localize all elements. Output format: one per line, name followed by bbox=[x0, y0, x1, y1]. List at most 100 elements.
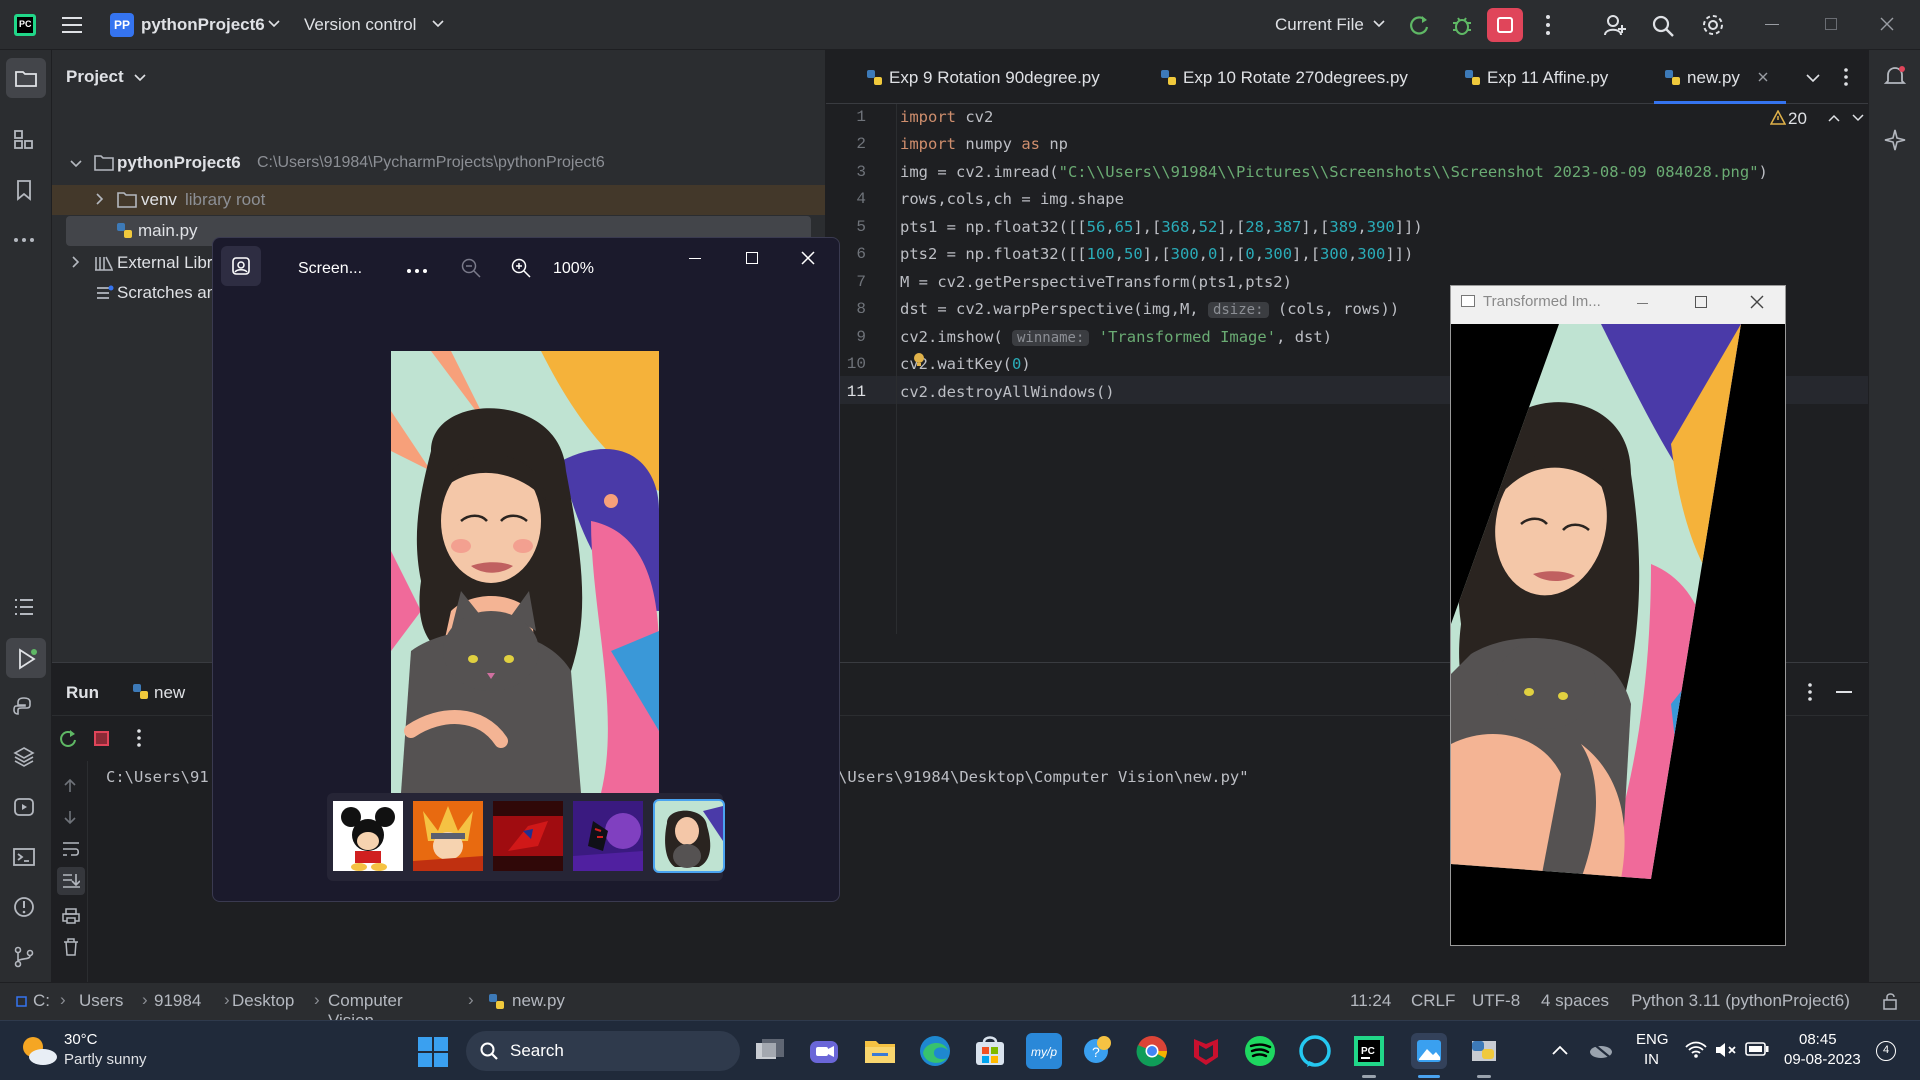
bookmarks-icon[interactable] bbox=[12, 178, 40, 206]
alexa-icon[interactable] bbox=[1297, 1033, 1333, 1069]
microsoft-store-icon[interactable] bbox=[972, 1033, 1008, 1069]
minimize-icon[interactable] bbox=[1637, 303, 1648, 304]
maximize-icon[interactable] bbox=[746, 252, 758, 264]
breadcrumb-item[interactable]: new.py bbox=[512, 991, 565, 1011]
chevron-down-icon[interactable] bbox=[1852, 114, 1864, 122]
filmstrip-thumbnail[interactable] bbox=[413, 801, 483, 871]
task-view-icon[interactable] bbox=[752, 1033, 788, 1069]
language-indicator-bottom[interactable]: IN bbox=[1644, 1051, 1659, 1068]
ai-assistant-icon[interactable] bbox=[1883, 128, 1907, 152]
photos-more-icon[interactable] bbox=[406, 268, 428, 274]
chrome-browser-icon[interactable] bbox=[1134, 1033, 1170, 1069]
breadcrumb-item[interactable]: 91984 bbox=[154, 991, 201, 1011]
maximize-icon[interactable] bbox=[1695, 296, 1707, 308]
project-panel-header[interactable]: Project bbox=[66, 67, 124, 87]
tree-row-venv[interactable]: venv library root bbox=[52, 185, 825, 215]
onedrive-offline-icon[interactable] bbox=[1588, 1039, 1614, 1061]
battery-icon[interactable] bbox=[1745, 1042, 1769, 1056]
python-packages-icon[interactable] bbox=[12, 745, 40, 773]
start-button-windows-icon[interactable] bbox=[418, 1037, 448, 1067]
mcafee-icon[interactable] bbox=[1188, 1033, 1224, 1069]
run-tool-button[interactable] bbox=[6, 638, 46, 678]
filmstrip-thumbnail[interactable] bbox=[573, 801, 643, 871]
breadcrumb-item[interactable]: Users bbox=[79, 991, 123, 1011]
edge-browser-icon[interactable] bbox=[917, 1033, 953, 1069]
tab-more-icon[interactable] bbox=[1843, 68, 1849, 86]
close-icon[interactable] bbox=[1750, 295, 1764, 309]
lock-icon[interactable] bbox=[1882, 992, 1898, 1010]
scroll-to-end-icon[interactable] bbox=[57, 867, 85, 895]
tab-list-chevron-icon[interactable] bbox=[1806, 74, 1820, 82]
breadcrumb-item[interactable]: Desktop bbox=[232, 991, 294, 1011]
close-icon[interactable] bbox=[801, 251, 815, 265]
tab-exp11[interactable]: Exp 11 Affine.py bbox=[1464, 50, 1624, 104]
breadcrumb-item[interactable]: C: bbox=[33, 991, 50, 1011]
code-with-me-icon[interactable] bbox=[1603, 13, 1627, 37]
minimize-icon[interactable] bbox=[1765, 24, 1779, 25]
run-more-icon[interactable] bbox=[136, 729, 142, 747]
debug-icon[interactable] bbox=[1450, 13, 1474, 37]
version-control-menu[interactable]: Version control bbox=[304, 15, 416, 35]
problems-icon[interactable] bbox=[12, 895, 40, 923]
todo-list-icon[interactable] bbox=[12, 595, 40, 623]
pycharm-logo-icon[interactable]: PC bbox=[14, 14, 36, 36]
terminal-icon[interactable] bbox=[12, 845, 40, 873]
clear-output-icon[interactable] bbox=[63, 938, 79, 956]
photos-viewer-window[interactable]: Screen... 100% bbox=[212, 237, 840, 902]
teams-chat-icon[interactable] bbox=[806, 1033, 842, 1069]
run-panel-more-icon[interactable] bbox=[1807, 683, 1813, 701]
settings-gear-icon[interactable] bbox=[1701, 13, 1725, 37]
minimize-icon[interactable] bbox=[689, 258, 701, 259]
intention-bulb-icon[interactable] bbox=[912, 352, 926, 368]
photos-app-icon[interactable] bbox=[1411, 1033, 1447, 1069]
services-icon[interactable] bbox=[12, 795, 40, 823]
rerun-icon[interactable] bbox=[1407, 13, 1431, 37]
search-icon[interactable] bbox=[1651, 14, 1675, 38]
file-explorer-icon[interactable] bbox=[862, 1033, 898, 1069]
close-icon[interactable] bbox=[1879, 16, 1895, 32]
more-tools-icon[interactable] bbox=[12, 228, 40, 256]
taskbar-search-box[interactable]: Search bbox=[466, 1031, 740, 1071]
python-opencv-window-icon[interactable] bbox=[1466, 1033, 1502, 1069]
tab-new-py[interactable]: new.py bbox=[1654, 50, 1786, 104]
zoom-out-icon[interactable] bbox=[461, 258, 481, 278]
print-icon[interactable] bbox=[62, 908, 80, 924]
tab-exp9[interactable]: Exp 9 Rotation 90degree.py bbox=[866, 50, 1106, 104]
more-actions-icon[interactable] bbox=[1545, 14, 1551, 36]
hide-panel-icon[interactable] bbox=[1836, 691, 1852, 693]
stop-icon[interactable] bbox=[94, 731, 109, 746]
run-configuration-selector[interactable]: Current File bbox=[1275, 15, 1364, 35]
tree-row-root[interactable]: pythonProject6 C:\Users\91984\PycharmPro… bbox=[52, 148, 825, 178]
filmstrip-thumbnail[interactable] bbox=[333, 801, 403, 871]
spotify-icon[interactable] bbox=[1242, 1033, 1278, 1069]
filmstrip-thumbnail-selected[interactable] bbox=[653, 799, 725, 873]
weather-widget[interactable]: 30°C Partly sunny bbox=[18, 1029, 168, 1073]
scroll-up-icon[interactable] bbox=[62, 778, 78, 794]
zoom-in-icon[interactable] bbox=[511, 258, 531, 278]
mylio-app-icon[interactable]: my/p bbox=[1026, 1033, 1062, 1069]
wifi-icon[interactable] bbox=[1684, 1041, 1708, 1059]
caret-position[interactable]: 11:24 bbox=[1350, 991, 1391, 1011]
git-icon[interactable] bbox=[12, 945, 40, 973]
python-console-icon[interactable] bbox=[12, 695, 40, 723]
main-menu-icon[interactable] bbox=[62, 15, 84, 35]
soft-wrap-icon[interactable] bbox=[62, 841, 80, 857]
clock-date[interactable]: 09-08-2023 bbox=[1784, 1051, 1861, 1068]
opencv-transformed-image-window[interactable]: Transformed Im... bbox=[1450, 285, 1786, 946]
project-switcher[interactable]: pythonProject6 bbox=[141, 15, 265, 35]
tab-exp10[interactable]: Exp 10 Rotate 270degrees.py bbox=[1160, 50, 1420, 104]
show-hidden-icons-chevron[interactable] bbox=[1552, 1045, 1568, 1055]
structure-icon[interactable] bbox=[12, 128, 40, 156]
photos-gallery-button[interactable] bbox=[221, 246, 261, 286]
pycharm-taskbar-icon[interactable]: PC bbox=[1351, 1033, 1387, 1069]
indent-setting[interactable]: 4 spaces bbox=[1541, 991, 1609, 1011]
stop-button[interactable] bbox=[1487, 8, 1523, 42]
tips-app-icon[interactable]: ? bbox=[1080, 1033, 1116, 1069]
filmstrip-thumbnail[interactable] bbox=[493, 801, 563, 871]
project-tool-button[interactable] bbox=[6, 58, 46, 98]
clock-time[interactable]: 08:45 bbox=[1799, 1031, 1837, 1048]
zoom-level[interactable]: 100% bbox=[553, 260, 594, 278]
restore-icon[interactable] bbox=[1825, 18, 1837, 30]
file-encoding[interactable]: UTF-8 bbox=[1472, 991, 1520, 1011]
scroll-down-icon[interactable] bbox=[62, 809, 78, 825]
